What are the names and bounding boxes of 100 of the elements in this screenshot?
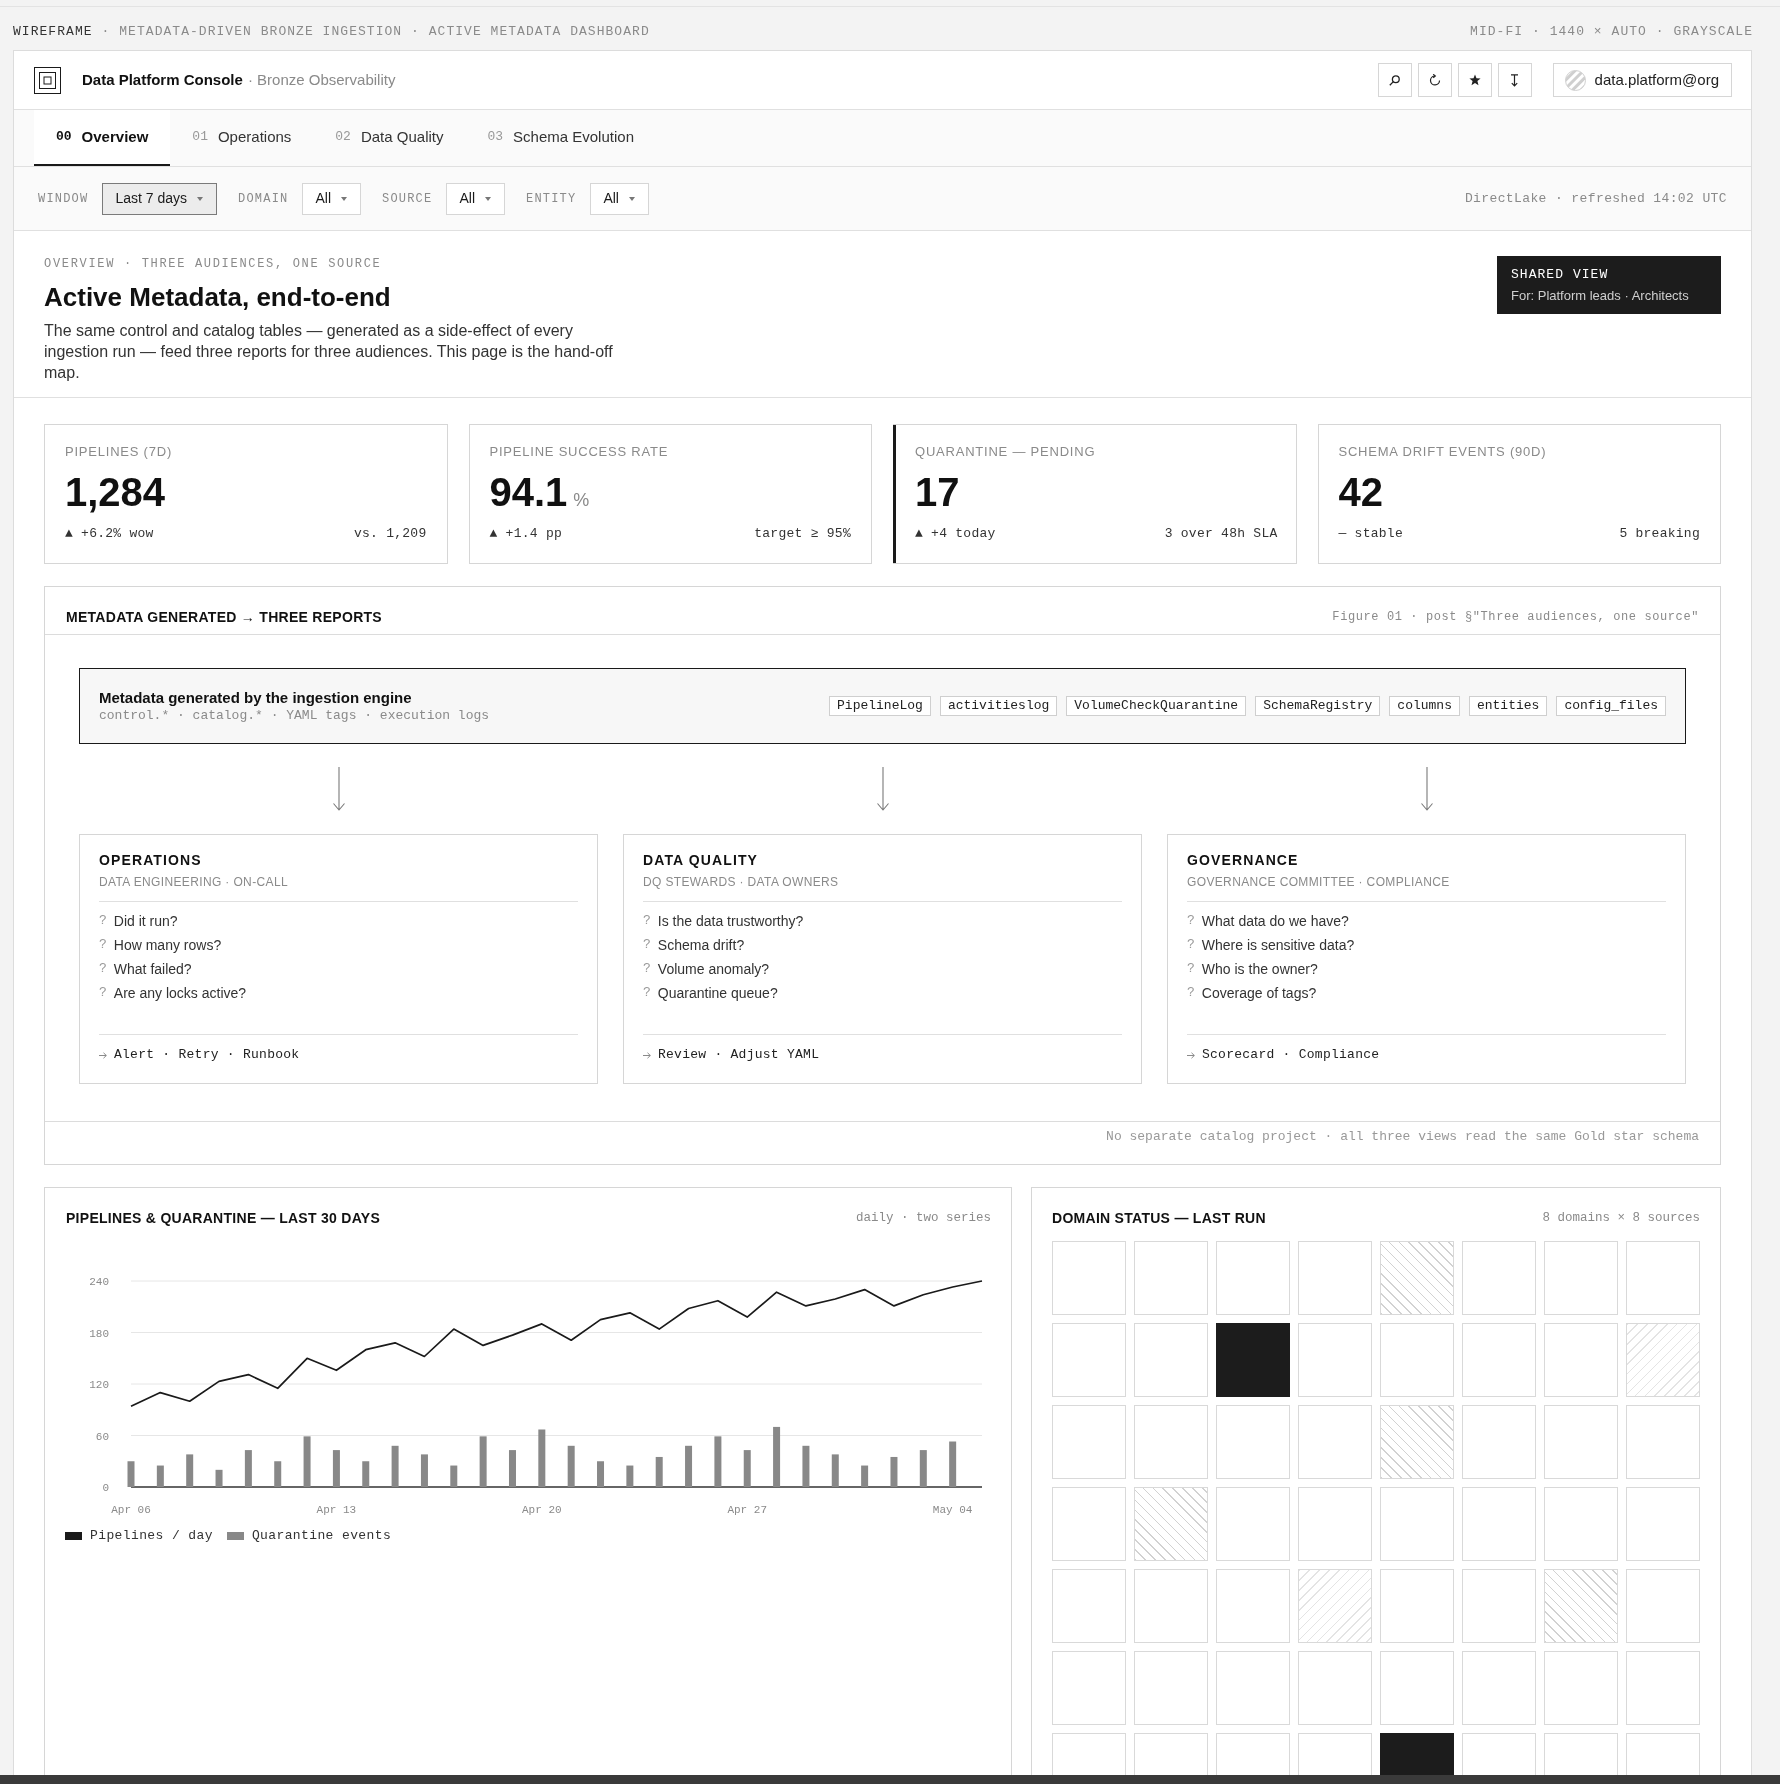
table-tag: PipelineLog [829, 696, 931, 716]
source-subtitle: control.* · catalog.* · YAML tags · execution logs [99, 707, 490, 724]
down-arrow [331, 767, 346, 811]
kpi-value: 94.1 [489, 470, 568, 514]
x-axis-label: Apr 06 [111, 1503, 151, 1516]
bar [362, 1461, 370, 1487]
bar [420, 1454, 428, 1487]
bar [215, 1469, 223, 1487]
question-text: Quarantine queue? [657, 984, 778, 1003]
page-title: Active Metadata, end-to-end [44, 282, 392, 312]
nav-tab[interactable]: 01 Operations [170, 110, 314, 166]
refresh-status: DirectLake · refreshed 14:02 UTC [1464, 189, 1727, 208]
bar [949, 1441, 957, 1487]
bar [274, 1461, 282, 1487]
kpi-value: 1,284 [65, 470, 166, 514]
question-marker: ? [1187, 960, 1195, 978]
kpi-delta: ▲ +6.2% wow [65, 526, 154, 542]
bar [479, 1436, 487, 1487]
panel-title: PIPELINES & QUARANTINE — LAST 30 DAYS [66, 1209, 380, 1227]
report-audience: DQ STEWARDS · DATA OWNERS [643, 875, 840, 890]
caret-icon [197, 196, 204, 201]
y-axis-label: 180 [89, 1327, 109, 1340]
y-axis-label: 120 [89, 1378, 109, 1391]
bar [743, 1449, 751, 1487]
caret-icon [341, 196, 347, 201]
filter-label: DOMAIN [238, 190, 289, 208]
question-text: Where is sensitive data? [1201, 936, 1355, 955]
arrow-right-icon [99, 1051, 107, 1059]
wireframe-caption: · METADATA-DRIVEN BRONZE INGESTION · ACTIVE METADATA DASHBOARD [101, 24, 650, 40]
kpi-delta: — stable [1338, 526, 1403, 542]
bar [303, 1436, 311, 1487]
question-text: What data do we have? [1201, 912, 1349, 931]
kpi-label: PIPELINE SUCCESS RATE [489, 444, 670, 460]
table-tag: columns [1389, 696, 1460, 716]
section-overline: OVERVIEW · THREE AUDIENCES, ONE SOURCE [44, 256, 383, 272]
search-button[interactable] [1377, 63, 1412, 97]
kpi-note: vs. 1,209 [353, 526, 427, 542]
star-button[interactable] [1457, 63, 1492, 97]
report-title: DATA QUALITY [643, 852, 760, 869]
refresh-button[interactable] [1417, 63, 1452, 97]
table-tag: SchemaRegistry [1255, 696, 1381, 716]
user-menu-button[interactable]: data.platform@org [1552, 63, 1732, 97]
caret-icon [629, 196, 635, 201]
question-text: Who is the owner? [1201, 960, 1318, 979]
question-marker: ? [99, 960, 107, 978]
table-tag: entities [1468, 696, 1548, 716]
report-actions: Scorecard · Compliance [1202, 1047, 1380, 1063]
bar [626, 1465, 634, 1487]
bar [685, 1445, 693, 1487]
filter-label: WINDOW [38, 190, 89, 208]
bar [332, 1449, 340, 1487]
question-text: Volume anomaly? [657, 960, 770, 979]
down-arrow [875, 767, 890, 811]
kpi-unit: % [573, 489, 590, 512]
bar [538, 1429, 546, 1487]
nav-tab[interactable]: 03 Schema Evolution [465, 110, 656, 166]
download-button[interactable] [1497, 63, 1532, 97]
bar [244, 1449, 252, 1487]
legend-label: Pipelines / day [90, 1526, 213, 1545]
bar [831, 1454, 839, 1487]
question-marker: ? [1187, 936, 1195, 954]
table-tag: activitieslog [939, 696, 1058, 716]
avatar-icon [1564, 69, 1586, 91]
arrow-right-icon [643, 1051, 651, 1059]
bar [890, 1456, 898, 1487]
badge-title: SHARED VIEW [1511, 267, 1610, 283]
bar [127, 1461, 135, 1487]
legend-label: Quarantine events [251, 1526, 392, 1545]
kpi-label: SCHEMA DRIFT EVENTS (90D) [1338, 444, 1548, 460]
filter-dropdown[interactable]: All [590, 182, 649, 215]
bar [597, 1461, 604, 1487]
x-axis-label: May 04 [932, 1503, 973, 1516]
bar [655, 1456, 663, 1487]
x-axis-label: Apr 27 [727, 1503, 768, 1516]
filter-label: SOURCE [382, 190, 433, 208]
kpi-value: 42 [1338, 470, 1383, 514]
star-icon [1468, 74, 1481, 86]
panel-title: METADATA GENERATED → THREE REPORTS [66, 608, 382, 626]
bar [773, 1426, 781, 1487]
question-marker: ? [643, 984, 651, 1002]
question-marker: ? [643, 960, 651, 978]
app-title: Data Platform Console [82, 69, 243, 90]
question-text: Coverage of tags? [1201, 984, 1317, 1003]
download-icon [1510, 73, 1520, 87]
x-axis-label: Apr 20 [522, 1503, 562, 1516]
filter-dropdown[interactable]: All [446, 182, 505, 215]
page-description: The same control and catalog tables — generated as a side-effect of every ingestion run — feed three reports for three audiences. This page is the hand-off map. [44, 321, 614, 383]
wireframe-spec: MID-FI · 1440 × AUTO · GRAYSCALE [1470, 24, 1753, 40]
filter-dropdown[interactable]: Last 7 days [102, 182, 218, 215]
bar [156, 1465, 164, 1487]
table-tag: VolumeCheckQuarantine [1066, 696, 1247, 716]
question-text: Are any locks active? [113, 984, 247, 1003]
question-marker: ? [99, 984, 107, 1002]
nav-tab[interactable]: 02 Data Quality [313, 110, 466, 166]
y-axis-label: 240 [89, 1275, 109, 1288]
bar [714, 1436, 722, 1487]
nav-tab[interactable]: 00 Overview [34, 110, 171, 166]
report-actions: Review · Adjust YAML [658, 1047, 820, 1063]
panel-title: DOMAIN STATUS — LAST RUN [1052, 1209, 1266, 1227]
filter-dropdown[interactable]: All [302, 182, 361, 215]
